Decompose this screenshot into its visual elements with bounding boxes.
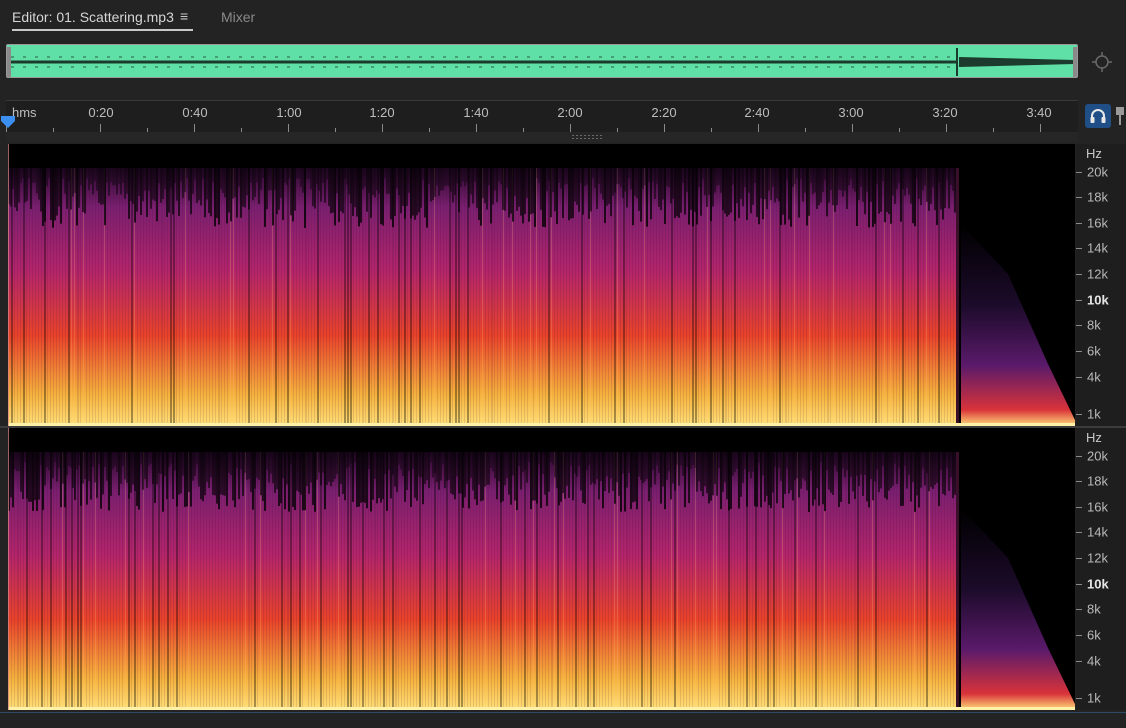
spectrogram-image [8, 144, 1075, 426]
bottom-scroll-bar[interactable] [0, 712, 1126, 728]
frequency-unit-label: Hz [1086, 430, 1102, 445]
frequency-tick-label: 14k [1087, 524, 1108, 540]
ruler-time-label: 2:00 [557, 105, 583, 120]
frequency-tick-label: 6k [1087, 343, 1101, 359]
frequency-tick [1076, 456, 1082, 457]
frequency-tick [1076, 698, 1082, 699]
tab-editor[interactable]: Editor: 01. Scattering.mp3 [12, 9, 174, 25]
frequency-tick-label: 18k [1087, 473, 1108, 489]
playhead-marker-icon[interactable] [0, 114, 16, 130]
ruler-time-label: 2:40 [744, 105, 770, 120]
overview-waveform[interactable] [6, 44, 1078, 78]
tab-mixer[interactable]: Mixer [221, 9, 255, 25]
frequency-tick-label: 4k [1087, 653, 1101, 669]
panel-resize-handle[interactable] [6, 132, 1078, 142]
ruler-time-label: 3:40 [1026, 105, 1052, 120]
frequency-tick [1076, 351, 1082, 352]
frequency-tick [1076, 414, 1082, 415]
frequency-tick-label: 10k [1087, 292, 1109, 308]
frequency-tick-label: 14k [1087, 240, 1108, 256]
frequency-scale-channel-2[interactable]: Hz 20k 18k 16k 14k 12k 10k 8k 6k 4k 1k [1076, 428, 1126, 710]
ruler-time-label: 1:40 [463, 105, 489, 120]
overview-waveform-shape [7, 45, 1077, 77]
spectral-display-channel-1[interactable] [8, 144, 1075, 426]
ruler-time-label: 2:20 [651, 105, 677, 120]
frequency-tick-label: 16k [1087, 215, 1108, 231]
menu-icon[interactable]: ≡ [180, 8, 188, 24]
grip-icon[interactable] [572, 135, 602, 139]
frequency-tick [1076, 532, 1082, 533]
spectrogram-image [8, 428, 1075, 710]
frequency-tick [1076, 274, 1082, 275]
ruler-time-label: 1:20 [369, 105, 395, 120]
frequency-tick [1076, 172, 1082, 173]
frequency-tick-label: 12k [1087, 550, 1108, 566]
frequency-tick [1076, 507, 1082, 508]
frequency-tick [1076, 223, 1082, 224]
frequency-tick [1076, 248, 1082, 249]
frequency-tick-label: 8k [1087, 317, 1101, 333]
channel-divider [0, 426, 1126, 428]
time-ruler[interactable]: hms 0:20 0:40 1:00 1:20 1:40 2:00 2:20 2:40 3:00… [6, 100, 1078, 133]
frequency-tick [1076, 635, 1082, 636]
frequency-tick-label: 12k [1087, 266, 1108, 282]
frequency-tick-label: 1k [1087, 406, 1101, 422]
zoom-to-selection-icon[interactable] [1090, 50, 1114, 74]
frequency-tick [1076, 609, 1082, 610]
frequency-unit-label: Hz [1086, 146, 1102, 161]
frequency-tick [1076, 481, 1082, 482]
frequency-tick [1076, 558, 1082, 559]
frequency-tick-label: 10k [1087, 576, 1109, 592]
frequency-tick-label: 20k [1087, 164, 1108, 180]
ruler-time-label: 0:40 [182, 105, 208, 120]
panel-tabs: Editor: 01. Scattering.mp3 ≡ Mixer [0, 0, 1126, 34]
frequency-tick-label: 8k [1087, 601, 1101, 617]
frequency-scale-channel-1[interactable]: Hz 20k 18k 16k 14k 12k 10k 8k 6k 4k 1k [1076, 144, 1126, 426]
frequency-tick-label: 4k [1087, 369, 1101, 385]
pin-icon[interactable] [1114, 106, 1126, 126]
frequency-tick-label: 20k [1087, 448, 1108, 464]
headphones-icon [1090, 109, 1106, 123]
frequency-tick-label: 18k [1087, 189, 1108, 205]
spectral-display-channel-2[interactable] [8, 428, 1075, 710]
active-tab-indicator [12, 29, 193, 31]
frequency-tick [1076, 197, 1082, 198]
monitor-button[interactable] [1085, 104, 1111, 128]
frequency-tick [1076, 661, 1082, 662]
frequency-tick [1076, 377, 1082, 378]
ruler-time-label: 0:20 [88, 105, 114, 120]
ruler-time-label: 3:00 [838, 105, 864, 120]
frequency-tick [1076, 325, 1082, 326]
frequency-tick [1076, 300, 1082, 301]
frequency-tick-label: 6k [1087, 627, 1101, 643]
ruler-time-label: 1:00 [276, 105, 302, 120]
ruler-time-label: 3:20 [932, 105, 958, 120]
frequency-tick-label: 1k [1087, 690, 1101, 706]
frequency-tick [1076, 584, 1082, 585]
frequency-tick-label: 16k [1087, 499, 1108, 515]
